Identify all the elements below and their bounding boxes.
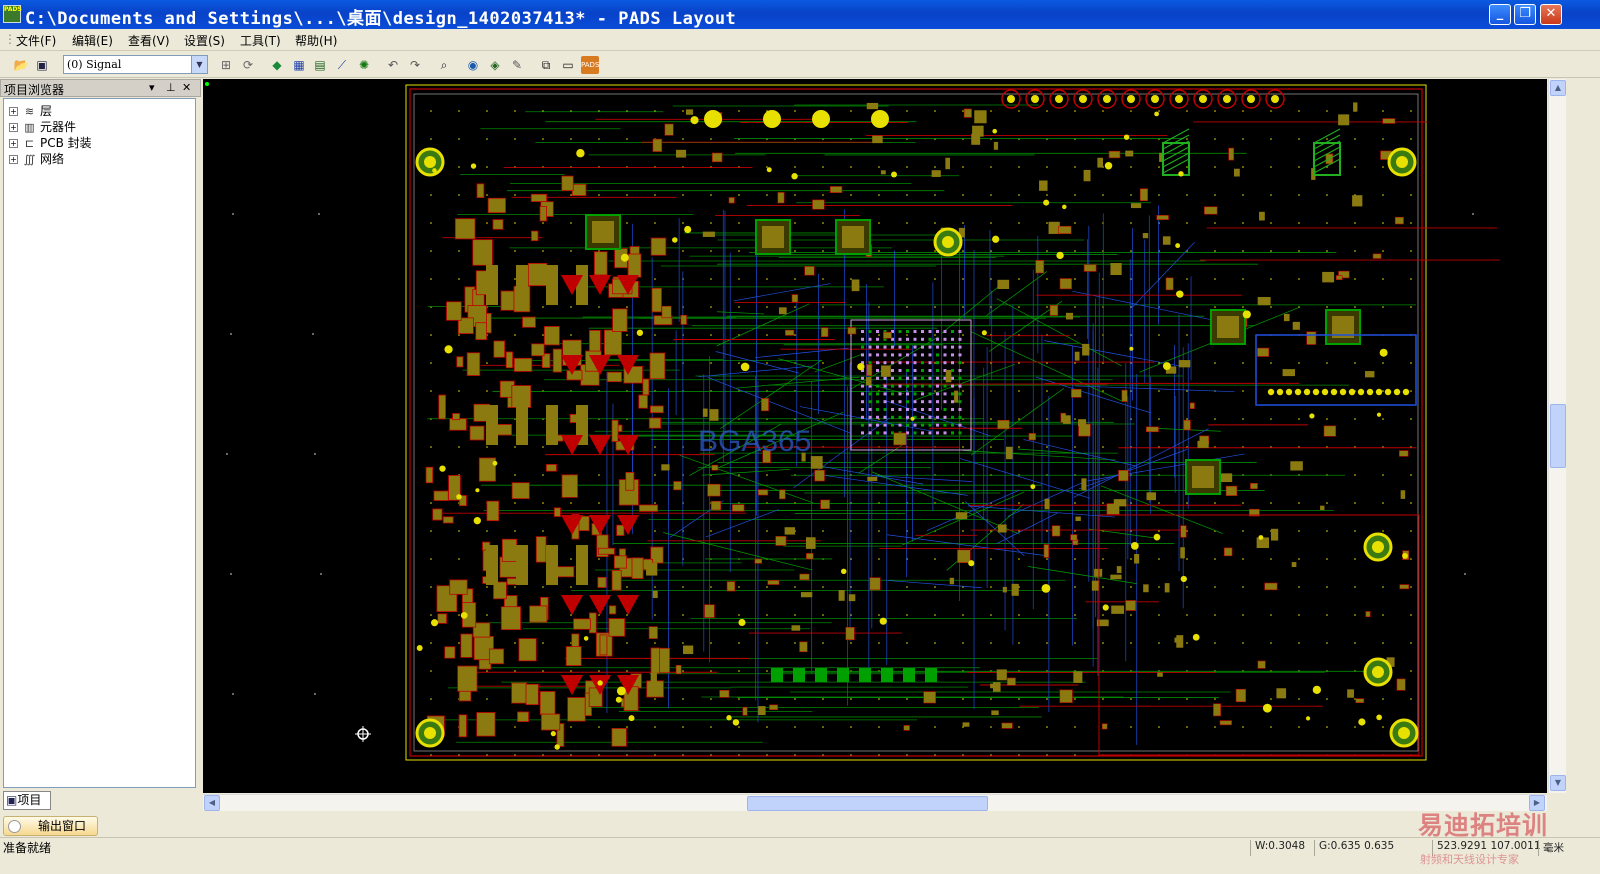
watermark-subtitle: 射频和天线设计专家 bbox=[1420, 853, 1519, 866]
project-tab[interactable]: ▣项目 bbox=[3, 791, 51, 810]
scroll-up-icon[interactable]: ▲ bbox=[1550, 80, 1566, 96]
menu-grip: ⋮ bbox=[4, 32, 16, 46]
expand-icon[interactable]: + bbox=[9, 123, 18, 132]
menu-bar: ⋮ 文件(F) 编辑(E) 查看(V) 设置(S) 工具(T) 帮助(H) bbox=[0, 29, 1600, 51]
horizontal-scrollbar[interactable]: ◀ ▶ bbox=[203, 794, 1547, 811]
restore-button[interactable]: ❐ bbox=[1514, 4, 1536, 25]
expand-icon[interactable]: + bbox=[9, 155, 18, 164]
output-window-label: 输出窗口 bbox=[38, 819, 87, 833]
view-icon[interactable]: ◉ bbox=[464, 56, 482, 74]
menu-view[interactable]: 查看(V) bbox=[128, 32, 170, 49]
horizontal-scroll-thumb[interactable] bbox=[747, 796, 988, 811]
title-bar: PADS C:\Documents and Settings\...\桌面\de… bbox=[0, 0, 1600, 29]
eco-icon[interactable]: ▦ bbox=[290, 56, 308, 74]
net-icon[interactable]: ✺ bbox=[355, 56, 373, 74]
project-browser-header: 项目浏览器 ▾ ⊥ ✕ bbox=[0, 79, 201, 97]
zoom-icon[interactable]: ⌕ bbox=[435, 56, 453, 74]
status-text: 准备就绪 bbox=[3, 841, 52, 855]
route-icon[interactable]: ⟋ bbox=[333, 56, 351, 74]
menu-tools[interactable]: 工具(T) bbox=[240, 32, 281, 49]
close-button[interactable]: ✕ bbox=[1540, 4, 1562, 25]
design-toolbar-icon[interactable]: ◆ bbox=[268, 56, 286, 74]
menu-file[interactable]: 文件(F) bbox=[16, 32, 56, 49]
tree-item-nets[interactable]: + ∭ 网络 bbox=[9, 150, 64, 166]
project-tab-icon: ▣ bbox=[6, 793, 18, 807]
chevron-down-icon[interactable]: ▼ bbox=[191, 56, 207, 73]
output-window-tab[interactable]: 输出窗口 bbox=[3, 816, 98, 836]
status-grid: G:0.635 0.635 bbox=[1314, 840, 1394, 856]
open-icon[interactable]: 📂 bbox=[12, 56, 30, 74]
pin-icon[interactable]: ⊥ bbox=[166, 81, 176, 94]
project-tree: + ≋ 层 + ▥ 元器件 + ⊏ PCB 封装 + ∭ 网络 bbox=[3, 98, 196, 788]
save-icon[interactable]: ▣ bbox=[33, 56, 51, 74]
scroll-down-icon[interactable]: ▼ bbox=[1550, 775, 1566, 791]
tree-item-components[interactable]: + ▥ 元器件 bbox=[9, 118, 76, 134]
board-silk-label: BGA365 bbox=[698, 425, 811, 458]
output-icon bbox=[8, 820, 21, 833]
tree-item-label: 层 bbox=[40, 104, 53, 118]
expand-icon[interactable]: + bbox=[9, 107, 18, 116]
expand-icon[interactable]: + bbox=[9, 139, 18, 148]
close-panel-icon[interactable]: ✕ bbox=[182, 81, 191, 94]
status-width: W:0.3048 bbox=[1250, 840, 1305, 856]
pcb-board bbox=[405, 84, 1501, 761]
vertical-scrollbar[interactable]: ▲ ▼ bbox=[1548, 79, 1566, 793]
menu-setup[interactable]: 设置(S) bbox=[184, 32, 225, 49]
window-title: C:\Documents and Settings\...\桌面\design_… bbox=[25, 9, 737, 29]
layers-icon: ≋ bbox=[24, 105, 35, 118]
tree-item-label: PCB 封装 bbox=[40, 136, 92, 150]
layer-select-value: (0) Signal bbox=[67, 58, 122, 71]
view-marker bbox=[205, 82, 209, 86]
redo-icon[interactable]: ↷ bbox=[406, 56, 424, 74]
menu-help[interactable]: 帮助(H) bbox=[295, 32, 337, 49]
toolbar: 📂 ▣ (0) Signal ▼ ⊞ ⟳ ◆ ▦ ▤ ⟋ ✺ ↶ ↷ ⌕ ◉ ◈… bbox=[0, 52, 1600, 78]
status-units: 毫米 bbox=[1538, 840, 1564, 856]
tree-item-label: 元器件 bbox=[40, 120, 77, 134]
redraw-icon[interactable]: ⟳ bbox=[239, 56, 257, 74]
panel-menu-icon[interactable]: ▾ bbox=[149, 81, 155, 94]
project-browser-panel: 项目浏览器 ▾ ⊥ ✕ + ≋ 层 + ▥ 元器件 + ⊏ PCB 封装 + ∭ 网络 ▣项目 bbox=[0, 79, 201, 816]
pcb-board-drawing[interactable]: BGA365 bbox=[203, 79, 1547, 793]
component-icon: ▥ bbox=[24, 121, 35, 134]
display-icon[interactable]: ▭ bbox=[559, 56, 577, 74]
tree-item-decals[interactable]: + ⊏ PCB 封装 bbox=[9, 134, 92, 150]
tree-item-layers[interactable]: + ≋ 层 bbox=[9, 102, 52, 118]
watermark-logo: 易迪拓培训 bbox=[1418, 811, 1549, 840]
minimize-button[interactable]: _ bbox=[1489, 4, 1511, 25]
pad-stack-icon[interactable]: ⧉ bbox=[537, 56, 555, 74]
pads-logo-icon[interactable]: PADS bbox=[581, 56, 599, 74]
pads-app-icon[interactable]: PADS bbox=[3, 5, 22, 23]
status-bar: 准备就绪 W:0.3048 G:0.635 0.635 523.9291 107… bbox=[0, 837, 1600, 874]
undo-icon[interactable]: ↶ bbox=[384, 56, 402, 74]
net-icon: ∭ bbox=[23, 153, 36, 166]
drafting-icon[interactable]: ▤ bbox=[311, 56, 329, 74]
decal-icon: ⊏ bbox=[24, 137, 35, 150]
pcb-canvas[interactable]: BGA365 bbox=[203, 79, 1547, 793]
properties-icon[interactable]: ⊞ bbox=[217, 56, 235, 74]
tree-item-label: 网络 bbox=[40, 152, 65, 166]
scroll-left-icon[interactable]: ◀ bbox=[204, 795, 220, 811]
layers-icon[interactable]: ◈ bbox=[486, 56, 504, 74]
layer-select[interactable]: (0) Signal ▼ bbox=[63, 55, 208, 74]
brush-icon[interactable]: ✎ bbox=[508, 56, 526, 74]
project-tab-label: 项目 bbox=[17, 793, 42, 807]
menu-edit[interactable]: 编辑(E) bbox=[72, 32, 113, 49]
project-browser-title: 项目浏览器 bbox=[4, 83, 65, 97]
vertical-scroll-thumb[interactable] bbox=[1550, 404, 1566, 468]
